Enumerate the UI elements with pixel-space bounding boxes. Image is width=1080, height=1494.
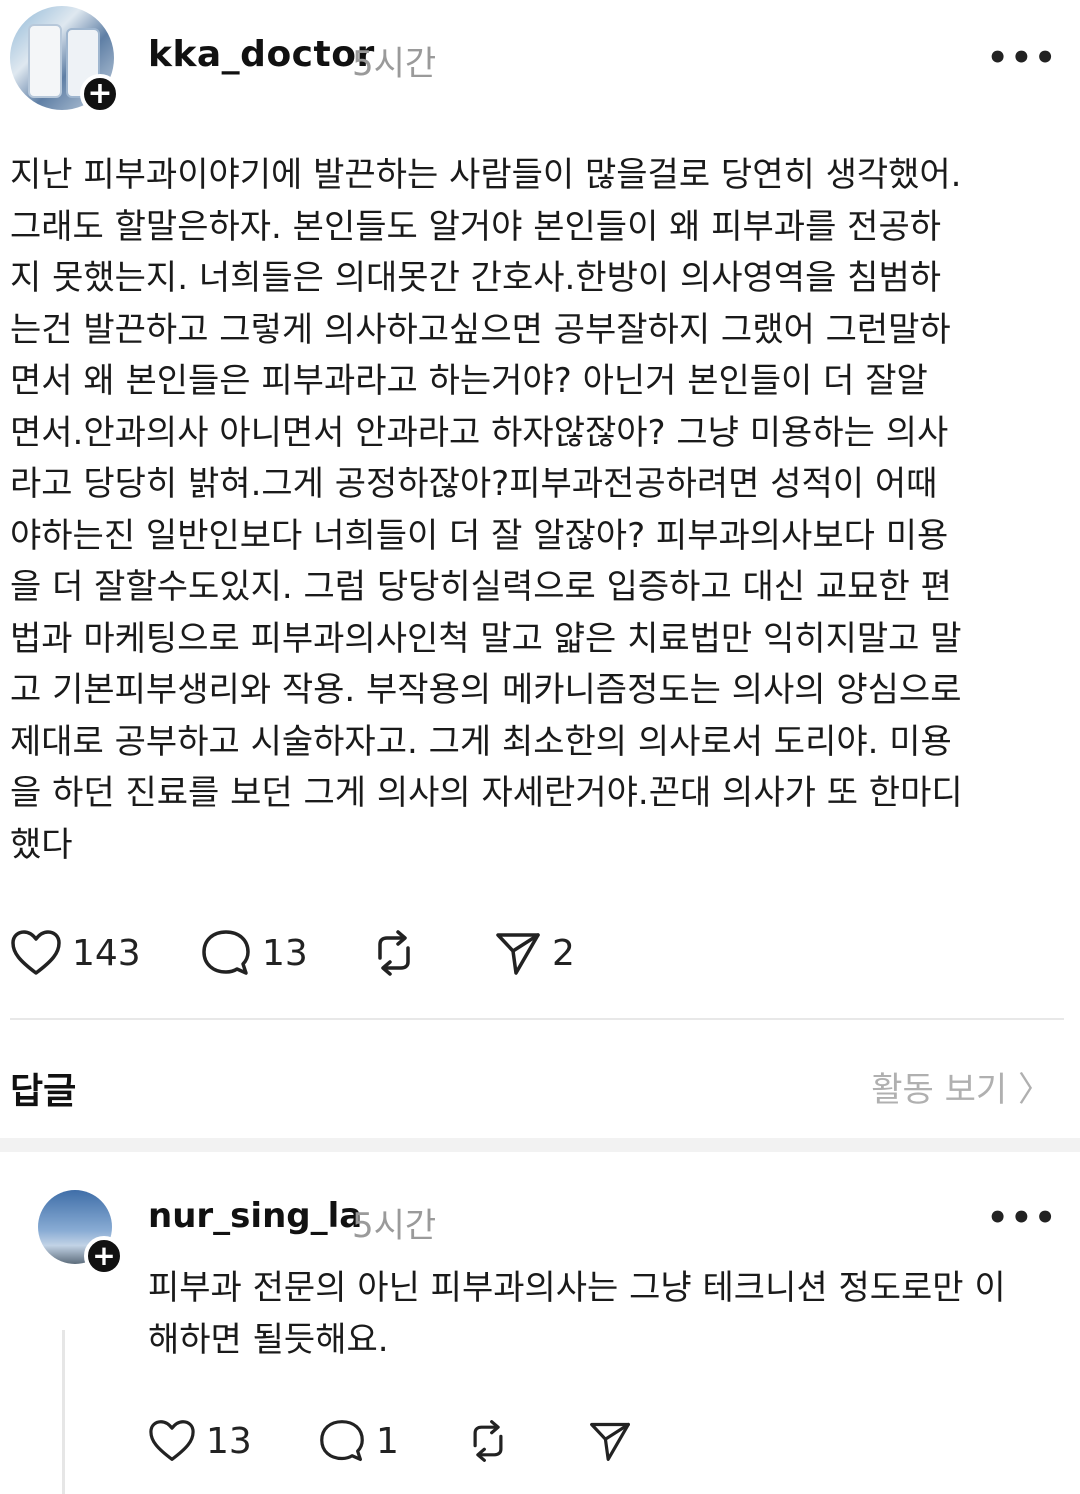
reply-text: 피부과 전문의 아닌 피부과의사는 그냥 테크니션 정도로만 이 해하면 될듯해…: [148, 1262, 1068, 1366]
post-text-line: 그래도 할말은하자. 본인들도 알거야 본인들이 왜 피부과를 전공하: [10, 206, 942, 247]
reply-username[interactable]: nur_sing_la: [148, 1196, 362, 1236]
reply-avatar[interactable]: +: [38, 1190, 124, 1276]
like-button[interactable]: 13: [148, 1406, 252, 1476]
comment-icon: [320, 1420, 364, 1462]
avatar-image-detail: [28, 24, 62, 98]
send-icon: [496, 933, 540, 975]
post-text-line: 했다: [10, 824, 73, 865]
reply-text-line: 해하면 될듯해요.: [148, 1320, 389, 1360]
repost-button[interactable]: [464, 1406, 512, 1476]
reply-time: 5시간: [352, 1206, 437, 1246]
post-text-line: 면서.안과의사 아니면서 안과라고 하자않잖아? 그냥 미용하는 의사: [10, 412, 949, 453]
more-dots-icon[interactable]: •••: [987, 1198, 1058, 1238]
share-button[interactable]: [588, 1406, 632, 1476]
follow-plus-icon[interactable]: +: [84, 1236, 124, 1276]
repost-icon: [473, 1420, 503, 1462]
like-count: 143: [72, 932, 141, 974]
like-count: 13: [206, 1420, 252, 1462]
post-text-line: 제대로 공부하고 시술하자고. 그게 최소한의 의사로서 도리야. 미용: [10, 721, 952, 762]
post-avatar[interactable]: +: [10, 6, 120, 114]
send-icon: [590, 1422, 630, 1461]
post-text-line: 면서 왜 본인들은 피부과라고 하는거야? 아닌거 본인들이 더 잘알: [10, 361, 928, 401]
comment-icon: [202, 930, 250, 975]
reply-item: + nur_sing_la 5시간 ••• 피부과 전문의 아닌 피부과의사는 …: [0, 1152, 1080, 1494]
replies-label: 답글: [10, 1071, 77, 1112]
post-text-line: 고 기본피부생리와 작용. 부작용의 메카니즘정도는 의사의 양심으로: [10, 670, 962, 710]
post-text-line: 는건 발끈하고 그렇게 의사하고싶으면 공부잘하지 그랬어 그런말하: [10, 309, 951, 350]
post-text-line: 야하는진 일반인보다 너희들이 더 잘 알잖아? 피부과의사보다 미용: [10, 515, 949, 556]
post-text: 지난 피부과이야기에 발끈하는 사람들이 많을걸로 당연히 생각했어. 그래도 …: [10, 150, 1060, 871]
comment-button[interactable]: 13: [200, 918, 308, 988]
more-dots-icon[interactable]: •••: [987, 38, 1058, 78]
follow-plus-icon[interactable]: +: [80, 74, 120, 114]
section-separator: [0, 1138, 1080, 1152]
share-count: 2: [552, 932, 575, 974]
post-username[interactable]: kka_doctor: [148, 34, 375, 75]
share-button[interactable]: 2: [494, 918, 575, 988]
reply-actions: 13 1: [0, 1406, 1080, 1470]
post-text-line: 라고 당당히 밝혀.그게 공정하잖아?피부과전공하려면 성적이 어때: [10, 464, 938, 504]
view-activity-link[interactable]: 활동 보기 〉: [871, 1062, 1052, 1111]
heart-icon: [11, 930, 61, 975]
post-text-line: 을 하던 진료를 보던 그게 의사의 자세란거야.꼰대 의사가 또 한마디: [10, 773, 963, 813]
comment-count: 13: [262, 932, 308, 974]
post-actions: 143 13 2: [0, 918, 1080, 988]
main-post: + kka_doctor 5시간 ••• 지난 피부과이야기에 발끈하는 사람들…: [0, 0, 1080, 1010]
repost-button[interactable]: [368, 918, 420, 988]
comment-count: 1: [376, 1420, 399, 1462]
comment-button[interactable]: 1: [318, 1406, 399, 1476]
like-button[interactable]: 143: [10, 918, 141, 988]
post-time: 5시간: [352, 44, 437, 84]
reply-text-line: 피부과 전문의 아닌 피부과의사는 그냥 테크니션 정도로만 이: [148, 1268, 1006, 1308]
post-text-line: 지 못했는지. 너희들은 의대못간 간호사.한방이 의사영역을 침범하: [10, 258, 942, 298]
post-text-line: 법과 마케팅으로 피부과의사인척 말고 얇은 치료법만 익히지말고 말: [10, 618, 962, 659]
post-text-line: 지난 피부과이야기에 발끈하는 사람들이 많을걸로 당연히 생각했어.: [10, 155, 962, 195]
post-text-line: 을 더 잘할수도있지. 그럼 당당히실력으로 입증하고 대신 교묘한 편: [10, 567, 952, 607]
heart-icon: [149, 1420, 195, 1461]
divider: [10, 1018, 1064, 1020]
repost-icon: [378, 930, 410, 976]
